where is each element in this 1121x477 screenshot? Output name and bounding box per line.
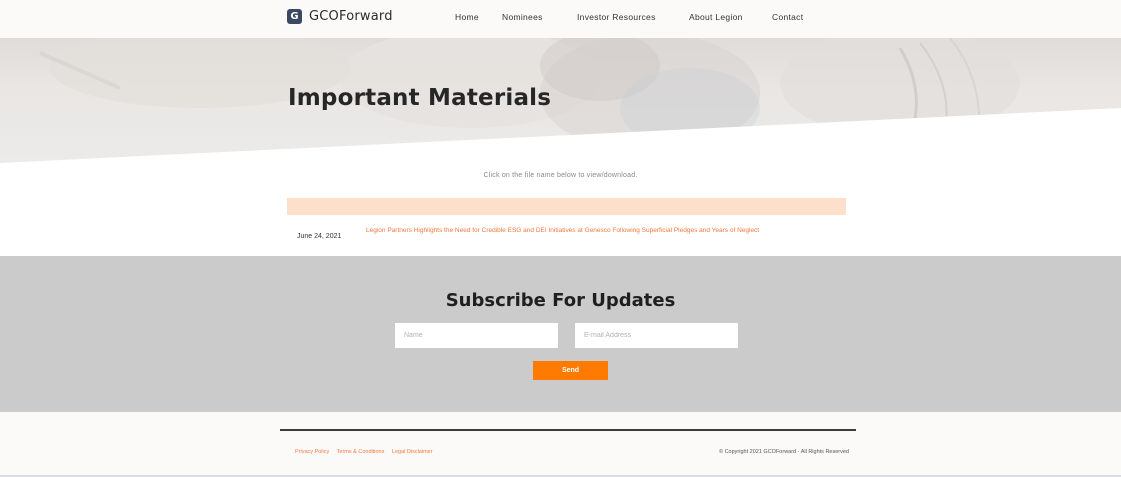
nav-item-investor-resources[interactable]: Investor Resources (577, 12, 656, 22)
subscribe-title: Subscribe For Updates (445, 290, 676, 311)
footer-link-legal-disclaimer[interactable]: Legal Disclaimer (392, 449, 433, 455)
top-navigation-bar: G GCOForward Home Nominees Investor Reso… (0, 0, 1121, 38)
material-date: June 24, 2021 (297, 233, 342, 240)
footer-link-terms[interactable]: Terms & Conditions (337, 449, 385, 455)
hero-background-image (0, 38, 1121, 163)
hero-banner: Important Materials (0, 38, 1121, 163)
material-file-link[interactable]: Legion Partners Highlights the Need for … (366, 226, 766, 236)
page-title: Important Materials (288, 85, 552, 111)
send-button[interactable]: Send (533, 361, 608, 380)
footer-link-privacy-policy[interactable]: Privacy Policy (295, 449, 329, 455)
footer-links: Privacy Policy Terms & Conditions Legal … (295, 449, 439, 455)
subscribe-section: Subscribe For Updates Send (0, 256, 1121, 412)
materials-table-header (287, 198, 846, 215)
name-field[interactable] (395, 323, 558, 348)
nav-item-about-legion[interactable]: About Legion (689, 12, 743, 22)
footer: Privacy Policy Terms & Conditions Legal … (0, 412, 1121, 477)
main-nav: Home Nominees Investor Resources About L… (0, 12, 1121, 28)
copyright-text: © Copyright 2021 GCOForward · All Rights… (719, 449, 849, 455)
nav-item-nominees[interactable]: Nominees (502, 12, 543, 22)
download-instruction: Click on the file name below to view/dow… (483, 172, 638, 179)
footer-divider (280, 429, 856, 431)
nav-item-home[interactable]: Home (455, 12, 479, 22)
nav-item-contact[interactable]: Contact (772, 12, 803, 22)
table-row: June 24, 2021 Legion Partners Highlights… (287, 225, 846, 251)
email-field[interactable] (575, 323, 738, 348)
